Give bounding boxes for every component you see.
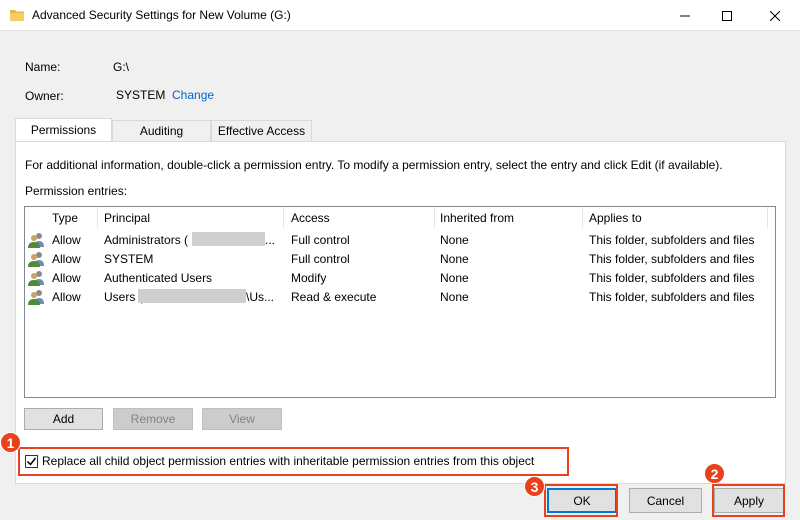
owner-value: SYSTEM [116,88,166,102]
entry-applies-to: This folder, subfolders and files [589,233,755,247]
table-row[interactable]: Allow Authenticated Users Modify None Th… [25,269,775,288]
permissions-hint: For additional information, double-click… [25,158,723,172]
column-divider[interactable] [97,207,98,228]
column-divider[interactable] [767,207,768,228]
tab-auditing-label: Auditing [139,124,184,138]
step-badge-3: 3 [524,476,545,497]
minimize-icon [680,15,690,16]
remove-button[interactable]: Remove [113,408,193,430]
column-header-applies-to[interactable]: Applies to [589,211,642,225]
table-row[interactable]: Allow Users ( \Us... Read & execute None… [25,288,775,307]
tab-effective-access[interactable]: Effective Access [211,120,312,141]
entry-principal-suffix: \Us... [246,290,275,304]
entry-inherited-from: None [440,271,469,285]
entry-type: Allow [52,271,81,285]
entry-type: Allow [52,290,81,304]
redacted-block [138,289,246,303]
name-value: G:\ [113,60,130,74]
entry-type: Allow [52,233,81,247]
step-badge-1: 1 [0,432,21,453]
list-header: Type Principal Access Inherited from App… [25,207,775,228]
tab-effective-access-label: Effective Access [217,124,306,138]
close-icon [770,10,780,21]
highlight-frame-checkbox [18,447,569,476]
users-icon [28,233,44,248]
entry-principal: Users ( [104,290,143,304]
add-button[interactable]: Add [24,408,103,430]
view-button[interactable]: View [202,408,282,430]
entry-principal: SYSTEM [104,252,154,266]
column-header-principal[interactable]: Principal [104,211,150,225]
entry-inherited-from: None [440,233,469,247]
entry-principal-ellipsis: ... [265,233,276,247]
entry-inherited-from: None [440,290,469,304]
column-divider[interactable] [283,207,284,228]
minimize-button[interactable] [662,0,708,31]
close-button[interactable] [752,0,798,31]
column-header-type[interactable]: Type [52,211,78,225]
table-row[interactable]: Allow Administrators ( ... Full control … [25,231,775,250]
entry-inherited-from: None [440,252,469,266]
tab-permissions[interactable]: Permissions [15,118,112,141]
users-icon [28,271,44,286]
owner-label: Owner: [25,89,64,103]
entry-principal: Administrators ( [104,233,189,247]
highlight-frame-apply [712,484,785,517]
entry-access: Full control [291,252,350,266]
folder-icon [10,10,24,21]
highlight-frame-ok [544,484,618,517]
entry-type: Allow [52,252,81,266]
maximize-icon [722,10,732,21]
entry-applies-to: This folder, subfolders and files [589,290,755,304]
window-title: Advanced Security Settings for New Volum… [32,8,291,22]
users-icon [28,290,44,305]
column-divider[interactable] [582,207,583,228]
entry-applies-to: This folder, subfolders and files [589,252,755,266]
column-divider[interactable] [434,207,435,228]
table-row[interactable]: Allow SYSTEM Full control None This fold… [25,250,775,269]
tab-permissions-label: Permissions [30,123,97,137]
entry-access: Read & execute [291,290,377,304]
title-bar: Advanced Security Settings for New Volum… [0,0,800,31]
permission-entries-label: Permission entries: [25,184,128,198]
permission-entries-list[interactable]: Type Principal Access Inherited from App… [24,206,776,398]
change-owner-link[interactable]: Change [172,88,214,102]
redacted-block [192,232,265,246]
entry-access: Modify [291,271,327,285]
column-header-access[interactable]: Access [291,211,330,225]
entry-access: Full control [291,233,350,247]
users-icon [28,252,44,267]
entry-principal: Authenticated Users [104,271,213,285]
name-label: Name: [25,60,61,74]
entry-applies-to: This folder, subfolders and files [589,271,755,285]
column-header-inherited-from[interactable]: Inherited from [440,211,514,225]
cancel-button[interactable]: Cancel [629,488,702,513]
maximize-button[interactable] [704,0,750,31]
step-badge-2: 2 [704,463,725,484]
tab-auditing[interactable]: Auditing [112,120,211,141]
